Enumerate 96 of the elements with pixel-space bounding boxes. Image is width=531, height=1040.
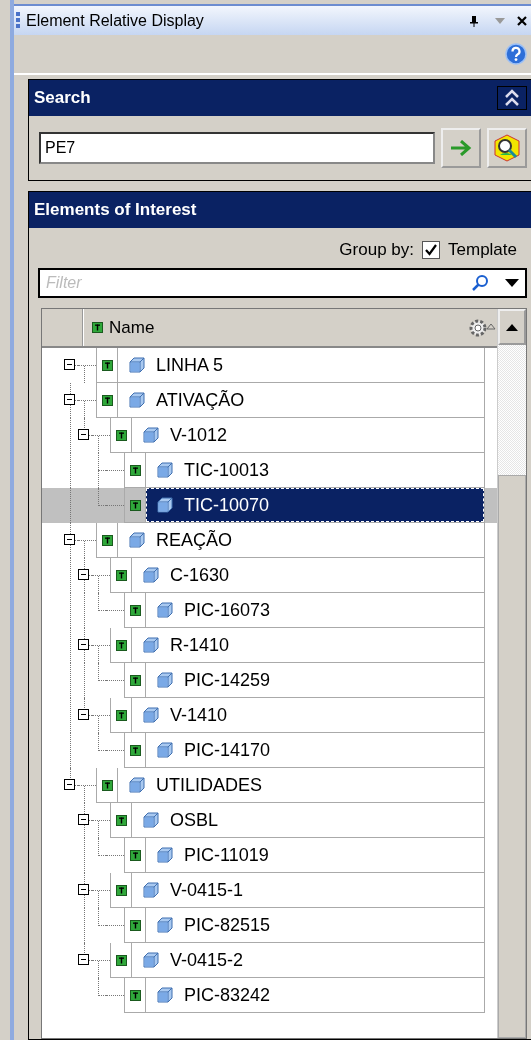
tree-row[interactable]: TIC-10070 — [42, 488, 497, 523]
arrow-right-icon — [450, 140, 472, 156]
find-button[interactable] — [487, 128, 527, 168]
collapse-button[interactable] — [497, 86, 527, 110]
collapse-toggle[interactable] — [64, 359, 75, 370]
collapse-toggle[interactable] — [64, 534, 75, 545]
tree-item-label: V-1410 — [170, 704, 228, 726]
check-icon — [425, 244, 437, 256]
cube-icon — [128, 531, 146, 549]
vertical-scrollbar[interactable] — [497, 309, 526, 1038]
template-icon — [129, 989, 141, 1001]
collapse-toggle[interactable] — [64, 394, 75, 405]
double-chevron-up-icon — [505, 89, 519, 107]
group-by-checkbox[interactable] — [422, 241, 440, 259]
search-icon[interactable] — [471, 274, 489, 292]
filter-field[interactable]: Filter — [38, 268, 527, 298]
collapse-toggle[interactable] — [78, 814, 89, 825]
tree-item-label: OSBL — [170, 809, 219, 831]
cube-icon — [156, 741, 174, 759]
template-icon — [101, 359, 113, 371]
tree-item-label: PIC-16073 — [184, 599, 271, 621]
cube-icon — [128, 776, 146, 794]
cube-icon — [156, 671, 174, 689]
template-icon — [129, 464, 141, 476]
tree-item-label: LINHA 5 — [156, 354, 224, 376]
template-icon — [129, 499, 141, 511]
section-title: Search — [34, 88, 91, 108]
dropdown-caret-icon[interactable] — [505, 279, 519, 287]
template-icon — [115, 639, 127, 651]
close-icon[interactable] — [517, 15, 527, 26]
cube-icon — [156, 986, 174, 1004]
grip-icon — [16, 11, 20, 30]
cube-icon — [142, 881, 160, 899]
collapse-toggle[interactable] — [78, 429, 89, 440]
tree-item-label: R-1410 — [170, 634, 230, 656]
scrollbar-thumb[interactable] — [498, 475, 526, 1038]
collapse-toggle[interactable] — [78, 954, 89, 965]
template-icon — [101, 394, 113, 406]
template-icon — [129, 604, 141, 616]
tree-item-label: PIC-11019 — [184, 844, 269, 866]
template-icon — [115, 814, 127, 826]
cube-icon — [128, 391, 146, 409]
cube-icon — [142, 951, 160, 969]
cube-icon — [142, 706, 160, 724]
template-icon — [101, 779, 113, 791]
cube-icon — [142, 811, 160, 829]
cube-icon — [156, 496, 174, 514]
up-arrow-icon — [506, 323, 518, 331]
template-icon — [115, 884, 127, 896]
cube-icon — [156, 461, 174, 479]
template-icon — [115, 569, 127, 581]
tree-item-label: PIC-14259 — [184, 669, 271, 691]
tree-item-label: ATIVAÇÃO — [156, 389, 245, 411]
tree-item-label: C-1630 — [170, 564, 230, 586]
go-button[interactable] — [441, 128, 481, 168]
cube-icon — [156, 916, 174, 934]
collapse-toggle[interactable] — [78, 639, 89, 650]
collapse-toggle[interactable] — [78, 884, 89, 895]
template-option-label: Template — [448, 240, 517, 260]
collapse-toggle[interactable] — [78, 709, 89, 720]
tree-item-label: TIC-10013 — [184, 459, 270, 481]
cube-icon — [128, 356, 146, 374]
tree-item-label: PIC-14170 — [184, 739, 271, 761]
tree-item-label: V-0415-2 — [170, 949, 244, 971]
search-field[interactable]: PE7 — [39, 132, 435, 164]
template-icon — [115, 429, 127, 441]
tree-item-label: UTILIDADES — [156, 774, 263, 796]
help-icon[interactable] — [505, 43, 527, 65]
column-label: Name — [109, 317, 156, 338]
cube-icon — [142, 566, 160, 584]
cube-icon — [156, 601, 174, 619]
cube-icon — [142, 426, 160, 444]
collapse-toggle[interactable] — [64, 779, 75, 790]
scroll-up-button[interactable] — [498, 309, 526, 345]
template-icon — [101, 534, 113, 546]
template-icon — [115, 709, 127, 721]
template-icon — [129, 849, 141, 861]
tree-item-label: REAÇÃO — [156, 529, 233, 551]
cube-icon — [142, 636, 160, 654]
window-title: Element Relative Display — [26, 11, 205, 30]
tree-item-label: PIC-83242 — [184, 984, 271, 1006]
template-icon — [129, 674, 141, 686]
tree-item-label: V-0415-1 — [170, 879, 244, 901]
cube-icon — [156, 846, 174, 864]
section-title: Elements of Interest — [34, 200, 197, 220]
template-icon — [129, 919, 141, 931]
collapse-toggle[interactable] — [78, 569, 89, 580]
magnifier-icon — [493, 134, 521, 162]
template-icon — [129, 744, 141, 756]
template-icon — [92, 322, 103, 333]
pin-icon[interactable] — [469, 14, 479, 27]
tree-item-label: PIC-82515 — [184, 914, 271, 936]
group-by-label: Group by: — [339, 240, 414, 260]
tree-item-label: TIC-10070 — [184, 494, 270, 516]
tree-item-label: V-1012 — [170, 424, 228, 446]
template-icon — [115, 954, 127, 966]
